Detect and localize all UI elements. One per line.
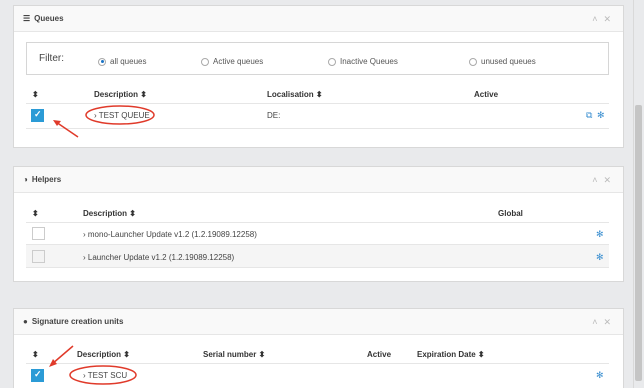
annotation-arrow: [51, 345, 74, 365]
page: ☰ Queues ˄ ✕ Filter: all queues Active q…: [0, 0, 644, 388]
annotation-arrow: [55, 121, 79, 138]
annotation-ellipse: [69, 365, 137, 385]
annotation-overlay: [49, 105, 155, 385]
annotation-ellipse: [85, 105, 155, 125]
